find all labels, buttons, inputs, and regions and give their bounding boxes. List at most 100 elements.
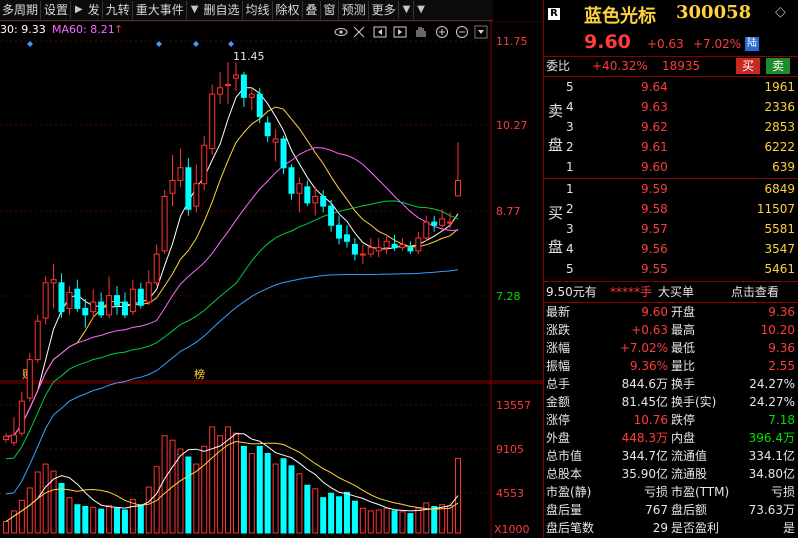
volume-tick-1: 13557 bbox=[496, 399, 531, 412]
stat-value: 73.63万 bbox=[748, 503, 795, 517]
moving-average-lines bbox=[5, 87, 459, 495]
rewind-icon[interactable] bbox=[373, 26, 387, 38]
stat-row: 最新 9.60 开盘 9.36 bbox=[544, 303, 798, 321]
volume-bar bbox=[423, 502, 430, 534]
nine-turn-button[interactable]: 九转 bbox=[104, 1, 133, 19]
ask-row[interactable]: 5 9.64 1961 bbox=[544, 78, 798, 96]
marker-leaderboard[interactable]: 榜 bbox=[194, 367, 205, 381]
price-tick-top: 11.75 bbox=[496, 35, 528, 48]
ex-rights-button[interactable]: 除权 bbox=[274, 1, 303, 19]
peak-price-label: 11.45 bbox=[233, 50, 265, 63]
bid-volume: 11507 bbox=[756, 202, 795, 216]
ask-price: 9.60 bbox=[641, 160, 668, 174]
bid-row[interactable]: 2 9.58 11507 bbox=[544, 200, 798, 218]
ma5-line bbox=[5, 87, 459, 437]
multi-period-button[interactable]: 多周期 bbox=[0, 1, 42, 19]
ask-row[interactable]: 1 9.60 639 bbox=[544, 158, 798, 176]
candle-body bbox=[296, 183, 303, 194]
volume-bar bbox=[34, 471, 41, 534]
ask-volume: 6222 bbox=[764, 140, 795, 154]
current-price: 9.60 bbox=[584, 31, 631, 53]
buy-button[interactable]: 买 bbox=[736, 58, 760, 74]
ask-volume: 639 bbox=[772, 160, 795, 174]
stat-row: 盘后笔数 29 是否盈利 是 bbox=[544, 519, 798, 537]
sell-button[interactable]: 卖 bbox=[766, 58, 790, 74]
market-badge: 陆 bbox=[745, 37, 759, 51]
candle-body bbox=[193, 183, 200, 207]
candle-body bbox=[129, 288, 136, 313]
major-events-dropdown-icon[interactable]: ▼ bbox=[188, 1, 202, 19]
moving-average-button[interactable]: 均线 bbox=[244, 1, 273, 19]
hand-icon[interactable] bbox=[416, 27, 426, 37]
stat-label: 最高 bbox=[671, 323, 696, 337]
stat-row: 总市值 344.7亿 流通值 334.1亿 bbox=[544, 447, 798, 465]
stock-name: 蓝色光标 bbox=[584, 6, 656, 27]
order-ratio-row: 委比 +40.32% 18935 买 卖 bbox=[544, 57, 798, 75]
bid-row[interactable]: 4 9.56 3547 bbox=[544, 240, 798, 258]
candle-body bbox=[3, 435, 9, 441]
stat-value: 亏损 bbox=[643, 485, 668, 499]
window-button[interactable]: 窗 bbox=[322, 1, 339, 19]
volume-bar bbox=[225, 426, 232, 534]
settings-button[interactable]: 设置 bbox=[42, 1, 72, 19]
options-icon[interactable]: ◇ bbox=[775, 4, 786, 20]
ask-row[interactable]: 4 9.63 2336 bbox=[544, 98, 798, 116]
toolbar-menu-icon[interactable]: ▼ bbox=[413, 1, 428, 19]
candle-body bbox=[18, 400, 25, 434]
bid-row[interactable]: 5 9.55 5461 bbox=[544, 260, 798, 278]
kline-chart[interactable]: 30: 9.33 MA60: 8.21 ↑ 11.75 10.27 8.77 7… bbox=[0, 21, 543, 538]
toolbar-expand-icon[interactable]: ▶ bbox=[72, 1, 86, 19]
candle-body bbox=[264, 122, 271, 137]
candle-body bbox=[240, 74, 247, 98]
candle-body bbox=[328, 205, 335, 226]
candle-body bbox=[304, 186, 311, 204]
candle-body bbox=[272, 138, 279, 143]
remove-watchlist-button[interactable]: 删自选 bbox=[201, 1, 243, 19]
ask-row[interactable]: 2 9.61 6222 bbox=[544, 138, 798, 156]
overlay-button[interactable]: 叠 bbox=[304, 1, 321, 19]
eye-icon[interactable] bbox=[334, 28, 348, 36]
stat-label: 盘后额 bbox=[671, 503, 708, 517]
bid-row[interactable]: 3 9.57 5581 bbox=[544, 220, 798, 238]
stat-label: 跌停 bbox=[671, 413, 696, 427]
ask-row[interactable]: 3 9.62 2853 bbox=[544, 118, 798, 136]
volume-bar bbox=[161, 435, 168, 534]
ma20-line bbox=[5, 147, 459, 437]
volume-bar bbox=[391, 510, 398, 534]
volume-bar bbox=[106, 505, 113, 534]
candle-body bbox=[66, 291, 73, 309]
chart-dropdown-icon[interactable] bbox=[474, 25, 488, 39]
more-button[interactable]: 更多 bbox=[370, 1, 399, 19]
bid-row[interactable]: 1 9.59 6849 bbox=[544, 180, 798, 198]
price-change: +0.63 bbox=[647, 37, 684, 51]
candle-body bbox=[280, 138, 287, 169]
big-order-view-link[interactable]: 点击查看 bbox=[731, 283, 779, 301]
ask-price: 9.64 bbox=[641, 80, 668, 94]
stat-row: 总手 844.6万 换手 24.27% bbox=[544, 375, 798, 393]
ask-volume: 2336 bbox=[764, 100, 795, 114]
fa-button[interactable]: 发 bbox=[86, 1, 103, 19]
stat-label: 外盘 bbox=[546, 431, 571, 445]
more-dropdown-icon[interactable]: ▼ bbox=[400, 1, 414, 19]
volume-bar bbox=[90, 506, 97, 534]
scissors-icon[interactable] bbox=[353, 26, 365, 38]
volume-bar bbox=[375, 509, 382, 534]
ask-volume: 2853 bbox=[764, 120, 795, 134]
bid-volume: 5461 bbox=[764, 262, 795, 276]
zoom-out-icon[interactable] bbox=[456, 26, 468, 38]
ask-level: 3 bbox=[566, 120, 574, 134]
ask-level: 5 bbox=[566, 80, 574, 94]
volume-bar bbox=[240, 445, 247, 534]
major-events-button[interactable]: 重大事件 bbox=[134, 1, 187, 19]
fast-forward-icon[interactable] bbox=[393, 26, 407, 38]
candle-body bbox=[391, 243, 398, 249]
volume-bar bbox=[58, 483, 65, 534]
forecast-button[interactable]: 预测 bbox=[340, 1, 369, 19]
volume-bar bbox=[232, 432, 239, 534]
zoom-in-icon[interactable] bbox=[436, 26, 448, 38]
big-order-amount: 9.50元有 bbox=[546, 285, 597, 299]
volume-bar bbox=[367, 510, 374, 534]
candle-body bbox=[320, 196, 327, 207]
bid-level: 1 bbox=[566, 182, 574, 196]
ask-volume: 1961 bbox=[764, 80, 795, 94]
